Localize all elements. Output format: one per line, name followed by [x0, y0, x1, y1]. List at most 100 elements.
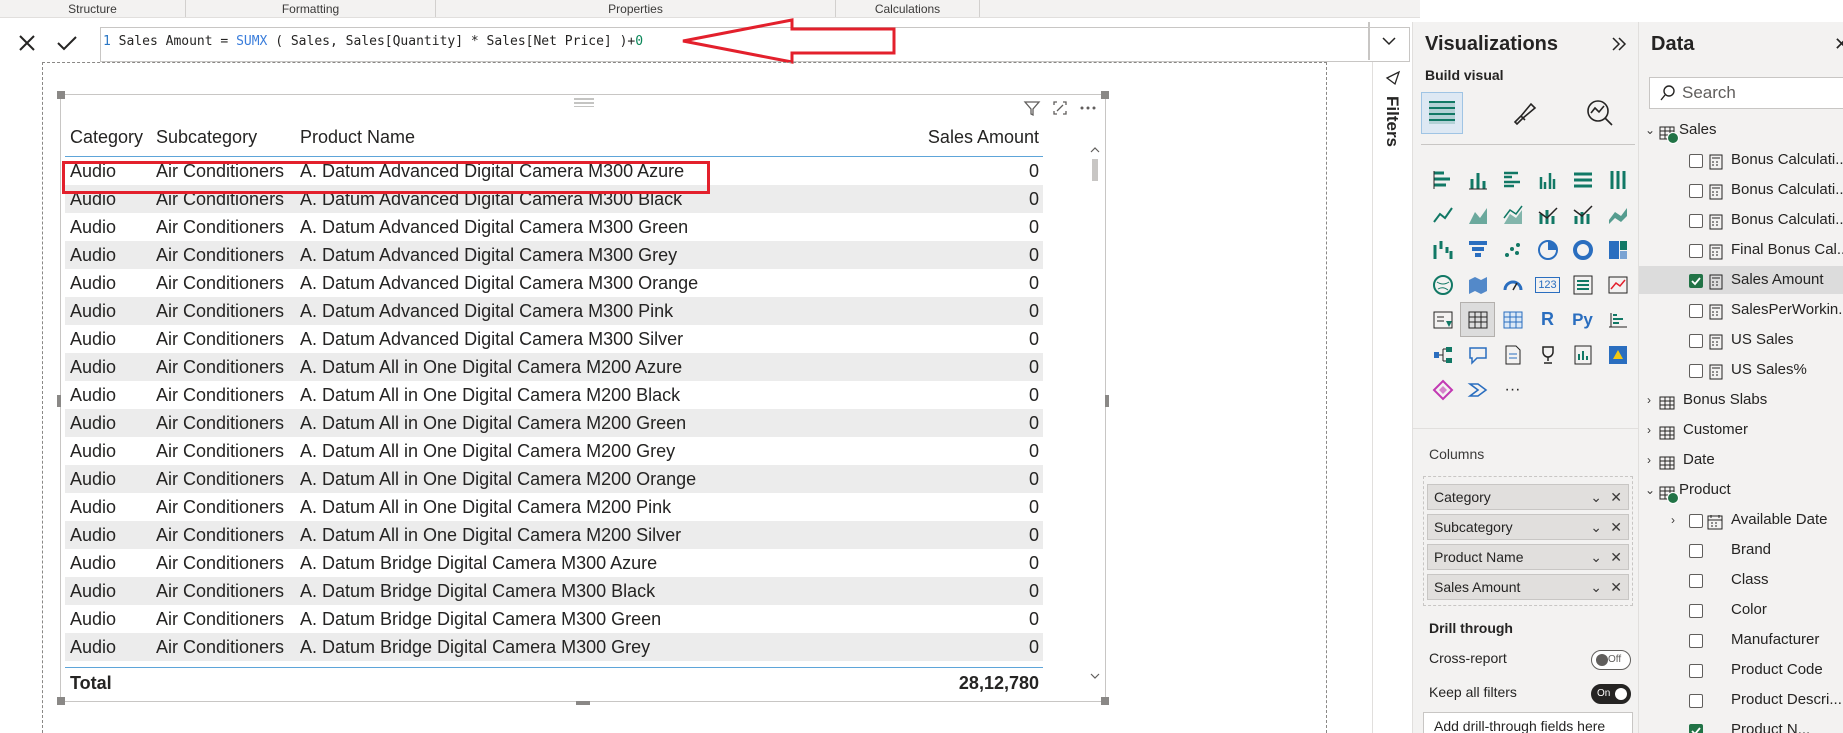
resize-handle[interactable] — [57, 395, 61, 407]
chevron-right-icon[interactable]: › — [1647, 416, 1651, 444]
paginated-report-icon[interactable] — [1565, 337, 1600, 372]
field-chip-sales-amount[interactable]: Sales Amount ⌄ ✕ — [1427, 574, 1629, 600]
data-search-input[interactable]: Search — [1649, 77, 1843, 109]
scatter-chart-icon[interactable] — [1495, 232, 1530, 267]
header-sales-amount[interactable]: Sales Amount — [843, 127, 1043, 148]
chevron-down-icon[interactable]: ⌄ — [1645, 476, 1655, 504]
tree-field-3[interactable]: Final Bonus Cal... — [1639, 236, 1843, 264]
filters-pane-collapsed[interactable] — [1372, 62, 1412, 733]
checkbox[interactable] — [1689, 544, 1703, 558]
table-visual-type-icon[interactable] — [1460, 302, 1495, 337]
tree-field-4[interactable]: Sales Amount — [1639, 266, 1843, 294]
expand-formula-button[interactable] — [1380, 32, 1398, 55]
table-row[interactable]: Audio Air Conditioners A. Datum Advanced D… — [65, 269, 1043, 297]
header-subcategory[interactable]: Subcategory — [151, 127, 295, 148]
drag-grip-icon[interactable] — [574, 97, 594, 107]
cancel-formula-button[interactable] — [10, 28, 44, 58]
resize-handle[interactable] — [1101, 91, 1109, 99]
multi-row-card-icon[interactable] — [1565, 267, 1600, 302]
tree-field-5[interactable]: SalesPerWorkin... — [1639, 296, 1843, 324]
100-stacked-bar-icon[interactable] — [1565, 162, 1600, 197]
checkbox[interactable] — [1689, 274, 1703, 288]
resize-handle[interactable] — [1101, 697, 1109, 705]
tree-table-sales[interactable]: ⌄ Sales — [1639, 116, 1843, 144]
table-row[interactable]: Audio Air Conditioners A. Datum All in One… — [65, 409, 1043, 437]
table-row[interactable]: Audio Air Conditioners A. Datum Advanced D… — [65, 325, 1043, 353]
tree-field-2[interactable]: Bonus Calculati... — [1639, 206, 1843, 234]
tab-analytics[interactable] — [1579, 92, 1621, 134]
resize-handle[interactable] — [57, 697, 65, 705]
python-icon[interactable]: Py — [1565, 302, 1600, 337]
commit-formula-button[interactable] — [50, 28, 84, 58]
table-row[interactable]: Audio Air Conditioners A. Datum All in One… — [65, 353, 1043, 381]
tree-field-6[interactable]: US Sales — [1639, 326, 1843, 354]
r-script-icon[interactable]: R — [1530, 302, 1565, 337]
resize-handle[interactable] — [57, 91, 65, 99]
tree-product-field-2[interactable]: Class — [1639, 566, 1843, 594]
stacked-bar-chart-icon[interactable] — [1425, 162, 1460, 197]
filters-collapse-icon[interactable] — [1385, 70, 1401, 86]
tree-product-field-3[interactable]: Color — [1639, 596, 1843, 624]
tree-product-field-0[interactable]: › Available Date — [1639, 506, 1843, 534]
checkbox[interactable] — [1689, 154, 1703, 168]
table-row[interactable]: Audio Air Conditioners A. Datum All in One… — [65, 493, 1043, 521]
power-apps-icon[interactable] — [1600, 337, 1635, 372]
tree-field-1[interactable]: Bonus Calculati... — [1639, 176, 1843, 204]
table-row[interactable]: Audio Air Conditioners A. Datum Bridge Dig… — [65, 605, 1043, 633]
more-options-icon[interactable] — [1079, 99, 1097, 117]
table-row[interactable]: Audio Air Conditioners A. Datum Advanced D… — [65, 213, 1043, 241]
checkbox[interactable] — [1689, 244, 1703, 258]
close-pane-icon[interactable]: ✕ — [1834, 34, 1843, 55]
table-row[interactable]: Audio Air Conditioners A. Datum All in One… — [65, 521, 1043, 549]
funnel-chart-icon[interactable] — [1460, 232, 1495, 267]
checkbox[interactable] — [1689, 634, 1703, 648]
goals-icon[interactable] — [1530, 337, 1565, 372]
table-row[interactable]: Audio Air Conditioners A. Datum All in One… — [65, 437, 1043, 465]
pie-chart-icon[interactable] — [1530, 232, 1565, 267]
checkbox[interactable] — [1689, 724, 1703, 733]
scroll-down-icon[interactable] — [1088, 671, 1102, 681]
focus-mode-icon[interactable] — [1051, 99, 1069, 117]
power-automate-icon[interactable] — [1425, 372, 1460, 407]
field-chip-category[interactable]: Category ⌄ ✕ — [1427, 484, 1629, 510]
scroll-up-icon[interactable] — [1088, 145, 1102, 155]
table-scrollbar[interactable] — [1088, 145, 1102, 679]
tree-product-field-7[interactable]: Product N... — [1639, 716, 1843, 733]
chevron-right-icon[interactable]: › — [1671, 506, 1675, 534]
gauge-icon[interactable] — [1495, 267, 1530, 302]
kpi-icon[interactable] — [1600, 267, 1635, 302]
resize-handle[interactable] — [576, 701, 590, 705]
100-stacked-column-icon[interactable] — [1600, 162, 1635, 197]
stacked-column-chart-icon[interactable] — [1460, 162, 1495, 197]
stacked-area-chart-icon[interactable] — [1495, 197, 1530, 232]
tree-product-field-6[interactable]: Product Descri... — [1639, 686, 1843, 714]
smart-narrative-icon[interactable] — [1495, 337, 1530, 372]
tree-table-customer[interactable]: › Customer — [1639, 416, 1843, 444]
more-visuals-icon[interactable]: ··· — [1495, 372, 1530, 407]
qa-icon[interactable] — [1460, 337, 1495, 372]
table-row[interactable]: Audio Air Conditioners A. Datum Advanced D… — [65, 297, 1043, 325]
checkbox[interactable] — [1689, 604, 1703, 618]
chevron-down-icon[interactable]: ⌄ — [1645, 116, 1655, 144]
key-influencers-icon[interactable] — [1600, 302, 1635, 337]
table-row[interactable]: Audio Air Conditioners A. Datum Advanced D… — [65, 241, 1043, 269]
checkbox[interactable] — [1689, 664, 1703, 678]
waterfall-chart-icon[interactable] — [1425, 232, 1460, 267]
checkbox[interactable] — [1689, 694, 1703, 708]
line-chart-icon[interactable] — [1425, 197, 1460, 232]
resize-handle[interactable] — [1105, 395, 1109, 407]
tab-build-visual[interactable] — [1421, 92, 1463, 134]
tree-product-field-4[interactable]: Manufacturer — [1639, 626, 1843, 654]
cross-report-toggle[interactable]: Off — [1591, 650, 1631, 670]
tree-table-bonus-slabs[interactable]: › Bonus Slabs — [1639, 386, 1843, 414]
scroll-thumb[interactable] — [1092, 159, 1098, 181]
treemap-icon[interactable] — [1600, 232, 1635, 267]
header-product-name[interactable]: Product Name — [295, 127, 843, 148]
checkbox[interactable] — [1689, 364, 1703, 378]
donut-chart-icon[interactable] — [1565, 232, 1600, 267]
slicer-icon[interactable] — [1425, 302, 1460, 337]
filters-label[interactable]: Filters — [1382, 96, 1402, 147]
table-row[interactable]: Audio Air Conditioners A. Datum Bridge Dig… — [65, 549, 1043, 577]
checkbox[interactable] — [1689, 334, 1703, 348]
tab-format-visual[interactable] — [1503, 92, 1545, 134]
